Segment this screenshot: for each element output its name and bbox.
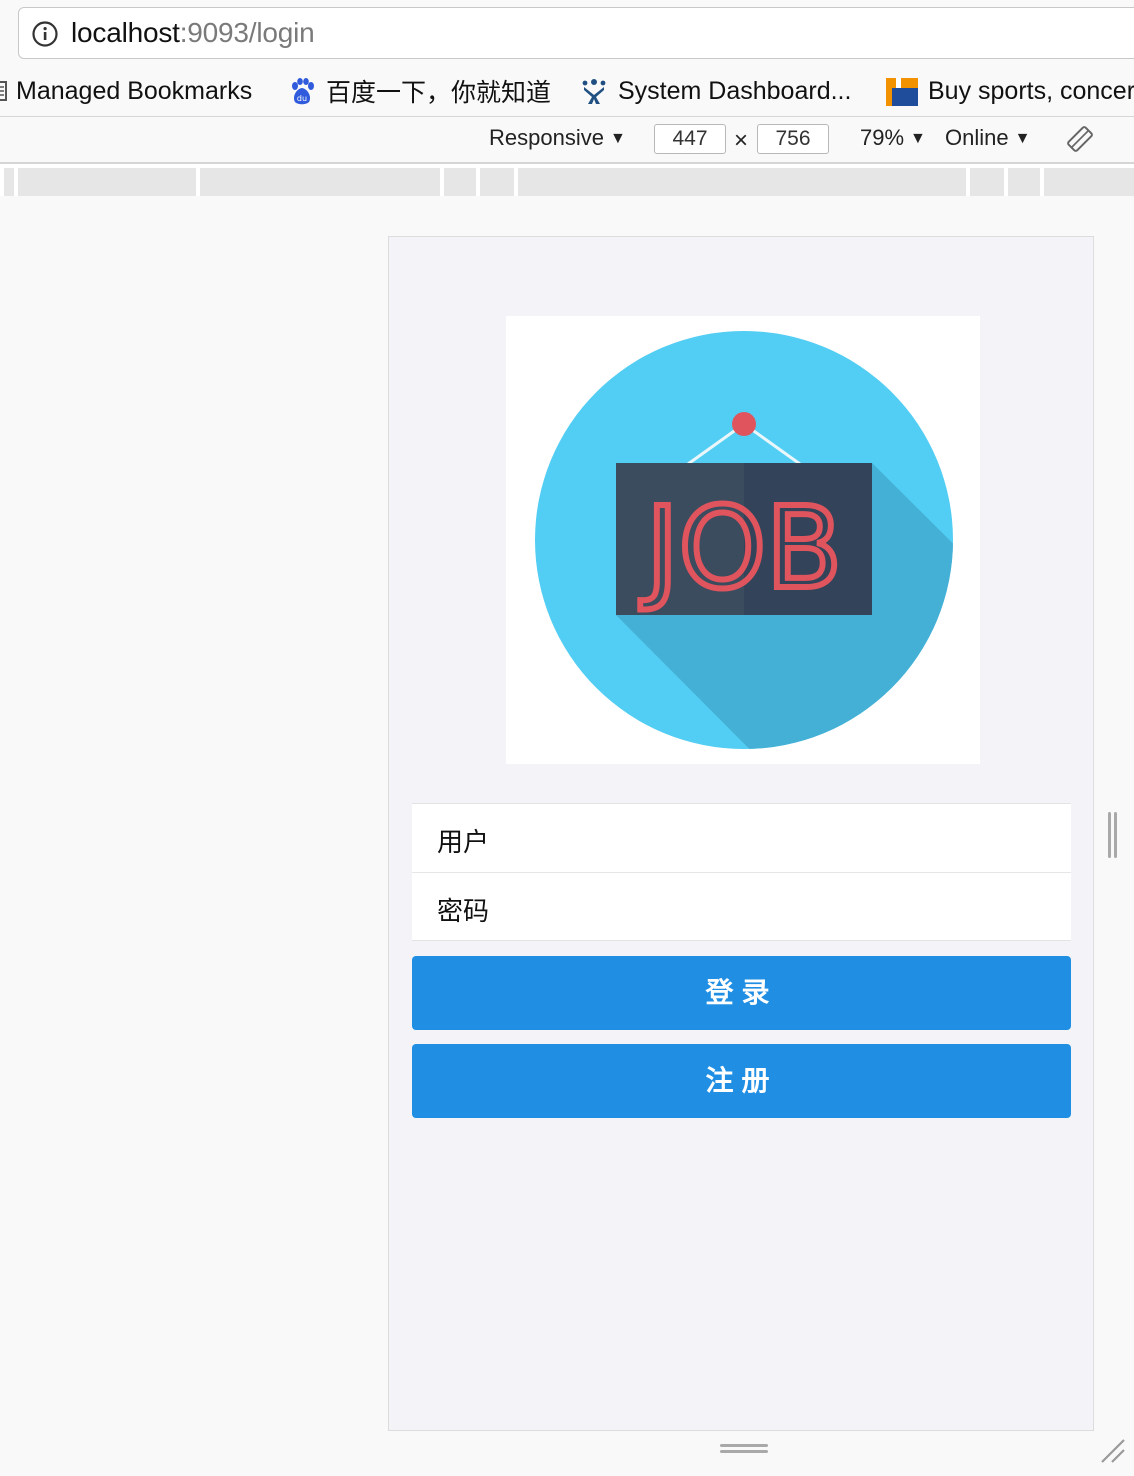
throttle-label: Online <box>945 125 1009 150</box>
password-field[interactable]: 密码 <box>412 872 1071 940</box>
tab-segment <box>444 168 476 196</box>
rdm-tab-strip <box>0 164 1134 196</box>
bookmark-label: Managed Bookmarks <box>16 76 253 105</box>
login-form: 用户 密码 <box>412 803 1071 941</box>
tab-segment <box>200 168 440 196</box>
username-field[interactable]: 用户 <box>412 804 1071 872</box>
tab-segment <box>1044 168 1134 196</box>
url-path: :9093/login <box>179 17 315 48</box>
username-label: 用户 <box>437 828 490 858</box>
tab-segment <box>1008 168 1040 196</box>
chevron-down-icon: ▼ <box>910 130 926 147</box>
url-text[interactable]: localhost:9093/login <box>71 17 315 49</box>
bookmark-tickets[interactable]: Buy sports, concer <box>886 72 1134 110</box>
baidu-paw-icon: du <box>292 78 314 105</box>
bookmark-baidu[interactable]: du 百度一下，你就知道 <box>288 72 551 110</box>
chevron-down-icon: ▼ <box>609 130 626 147</box>
viewport-resize-handle-right[interactable] <box>1108 812 1118 858</box>
zoom-label: 79% <box>860 125 905 150</box>
viewport-height-input[interactable]: 756 <box>757 124 829 154</box>
svg-text:du: du <box>297 94 307 103</box>
zoom-select[interactable]: 79% ▼ <box>860 125 926 151</box>
tab-segment <box>480 168 514 196</box>
login-button[interactable]: 登录 <box>412 956 1071 1030</box>
viewport-width-input[interactable]: 447 <box>654 124 726 154</box>
tab-segment <box>518 168 966 196</box>
register-button[interactable]: 注册 <box>412 1044 1071 1118</box>
job-logo: JOB <box>506 316 980 764</box>
info-icon[interactable] <box>31 20 59 48</box>
tab-segment <box>970 168 1004 196</box>
bookmarks-bar: Managed Bookmarks du 百度一下，你就知道 System Da… <box>0 66 1134 117</box>
tab-segment <box>18 168 196 196</box>
device-toolbar: Responsive ▼ 447 × 756 79% ▼ Online ▼ <box>0 117 1134 164</box>
tab-segment <box>4 168 14 196</box>
job-sign-image: JOB <box>535 331 953 749</box>
url-bar[interactable]: localhost:9093/login <box>18 7 1134 59</box>
bookmark-jira[interactable]: System Dashboard... <box>580 72 851 110</box>
rotate-icon[interactable] <box>1066 125 1094 153</box>
chevron-down-icon: ▼ <box>1014 130 1031 147</box>
dimension-separator: × <box>734 127 749 154</box>
logo-text: JOB <box>640 484 842 614</box>
resize-corner-icon[interactable] <box>1100 1438 1126 1464</box>
bookmark-label: 百度一下，你就知道 <box>326 79 552 107</box>
jira-icon <box>582 79 606 104</box>
bookmark-label: System Dashboard... <box>618 76 852 105</box>
bookmark-label: Buy sports, concer <box>928 76 1134 105</box>
browser-address-area: localhost:9093/login <box>0 0 1134 66</box>
ticket-icon <box>886 78 918 106</box>
bookmark-managed[interactable]: Managed Bookmarks <box>0 72 252 110</box>
folder-icon <box>0 81 7 101</box>
device-mode-label: Responsive <box>489 125 604 150</box>
network-throttle-select[interactable]: Online ▼ <box>945 125 1030 151</box>
url-host: localhost <box>71 17 180 48</box>
device-mode-select[interactable]: Responsive ▼ <box>489 125 626 151</box>
password-label: 密码 <box>437 897 490 927</box>
device-viewport: JOB 用户 密码 登录 注册 <box>388 236 1094 1431</box>
viewport-resize-handle-bottom[interactable] <box>720 1444 768 1454</box>
